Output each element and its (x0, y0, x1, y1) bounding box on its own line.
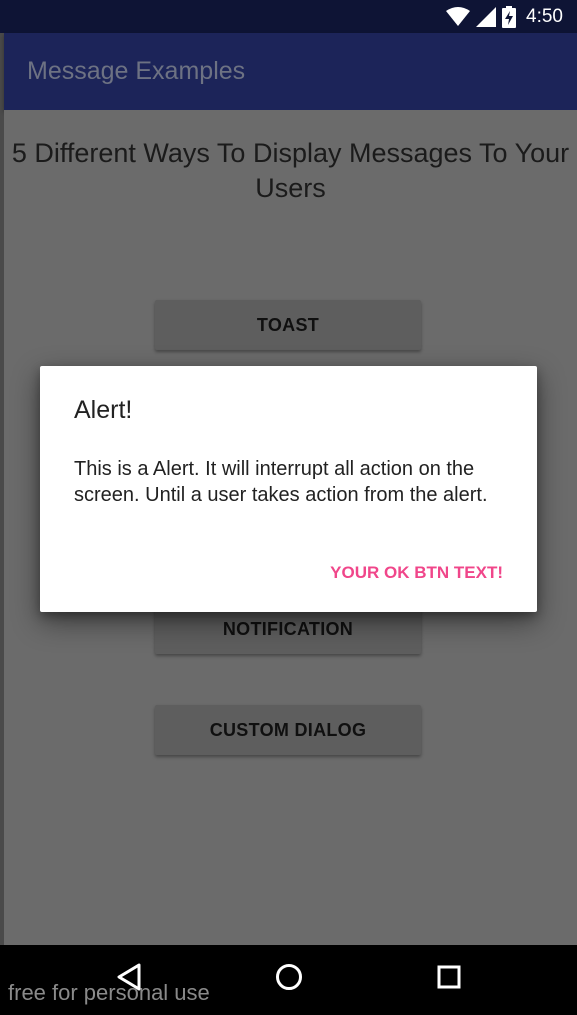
custom-dialog-button[interactable]: CUSTOM DIALOG (155, 705, 421, 755)
toast-button[interactable]: TOAST (155, 300, 421, 350)
alert-dialog: Alert! This is a Alert. It will interrup… (40, 366, 537, 612)
battery-charging-icon (502, 5, 517, 28)
dialog-ok-button[interactable]: YOUR OK BTN TEXT! (330, 563, 503, 583)
dialog-message: This is a Alert. It will interrupt all a… (74, 458, 488, 506)
home-icon[interactable] (275, 963, 303, 991)
status-time: 4:50 (526, 5, 563, 27)
page-heading: 5 Different Ways To Display Messages To … (11, 138, 570, 203)
app-bar: Message Examples (4, 33, 577, 110)
app-title: Message Examples (27, 57, 246, 85)
cell-signal-icon (476, 6, 497, 27)
screen: 4:50 Message Examples 5 Different Ways T… (0, 0, 577, 1015)
dialog-title: Alert! (74, 396, 133, 424)
wifi-icon (446, 6, 471, 26)
watermark: free for personal use (8, 980, 210, 1005)
status-icons: 4:50 (446, 4, 563, 29)
recents-icon[interactable] (436, 963, 462, 991)
status-bar: 4:50 (0, 0, 577, 33)
